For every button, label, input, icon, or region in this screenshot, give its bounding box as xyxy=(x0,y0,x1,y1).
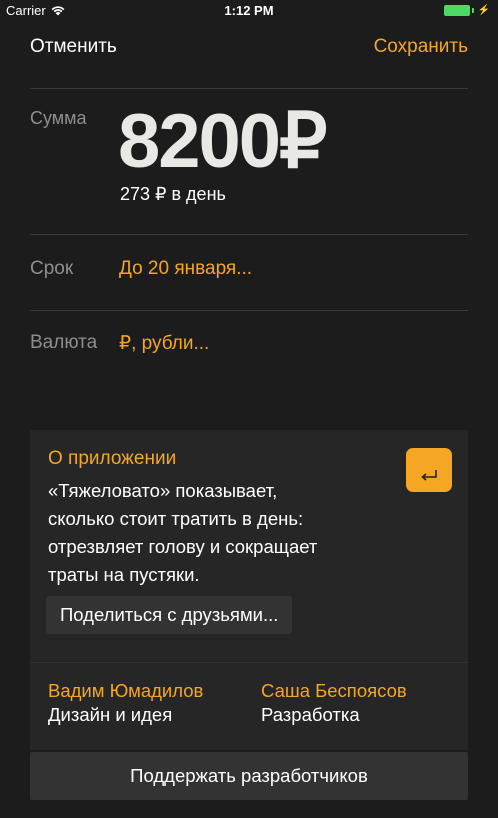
term-label: Срок xyxy=(30,258,74,279)
about-text: «Тяжеловато» показывает, сколько стоит т… xyxy=(48,477,388,589)
divider xyxy=(30,234,468,235)
about-text-line: отрезвляет голову и сокращает xyxy=(48,536,318,557)
credit-role: Разработка xyxy=(261,704,360,725)
term-value[interactable]: До 20 января... xyxy=(119,258,252,280)
save-button[interactable]: Сохранить xyxy=(374,36,468,58)
enter-button[interactable] xyxy=(406,448,452,492)
credit-developer[interactable]: Саша Беспоясов Разработка xyxy=(261,679,407,727)
currency-value[interactable]: ₽, рубли... xyxy=(119,332,209,355)
about-card: О приложении «Тяжеловато» показывает, ск… xyxy=(30,430,468,750)
divider xyxy=(30,662,468,663)
charging-bolt-icon: ⚡ xyxy=(477,5,490,16)
sum-label: Сумма xyxy=(30,108,87,128)
about-text-line: сколько стоит тратить в день: xyxy=(48,508,304,529)
about-text-line: траты на пустяки. xyxy=(48,564,200,585)
divider xyxy=(30,88,468,89)
status-time: 1:12 PM xyxy=(224,3,274,18)
share-button[interactable]: Поделиться с друзьями... xyxy=(46,596,293,634)
credit-name: Вадим Юмадилов xyxy=(48,680,204,701)
return-icon xyxy=(421,470,437,481)
credit-name: Саша Беспоясов xyxy=(261,680,407,701)
currency-label: Валюта xyxy=(30,332,98,353)
per-day-amount: 273 ₽ в день xyxy=(120,184,226,204)
sum-value[interactable]: 8200₽ xyxy=(118,96,327,188)
nav-bar: Отменить Сохранить xyxy=(30,36,468,64)
credit-designer[interactable]: Вадим Юмадилов Дизайн и идея xyxy=(48,679,203,727)
about-text-line: «Тяжеловато» показывает, xyxy=(48,480,278,501)
about-title: О приложении xyxy=(48,448,177,469)
battery-icon: ⚡ xyxy=(443,5,490,16)
status-bar: Carrier 1:12 PM ⚡ xyxy=(0,0,498,22)
divider xyxy=(30,310,468,311)
cancel-button[interactable]: Отменить xyxy=(30,36,117,58)
support-developers-button[interactable]: Поддержать разработчиков xyxy=(30,752,468,800)
credit-role: Дизайн и идея xyxy=(48,704,173,725)
